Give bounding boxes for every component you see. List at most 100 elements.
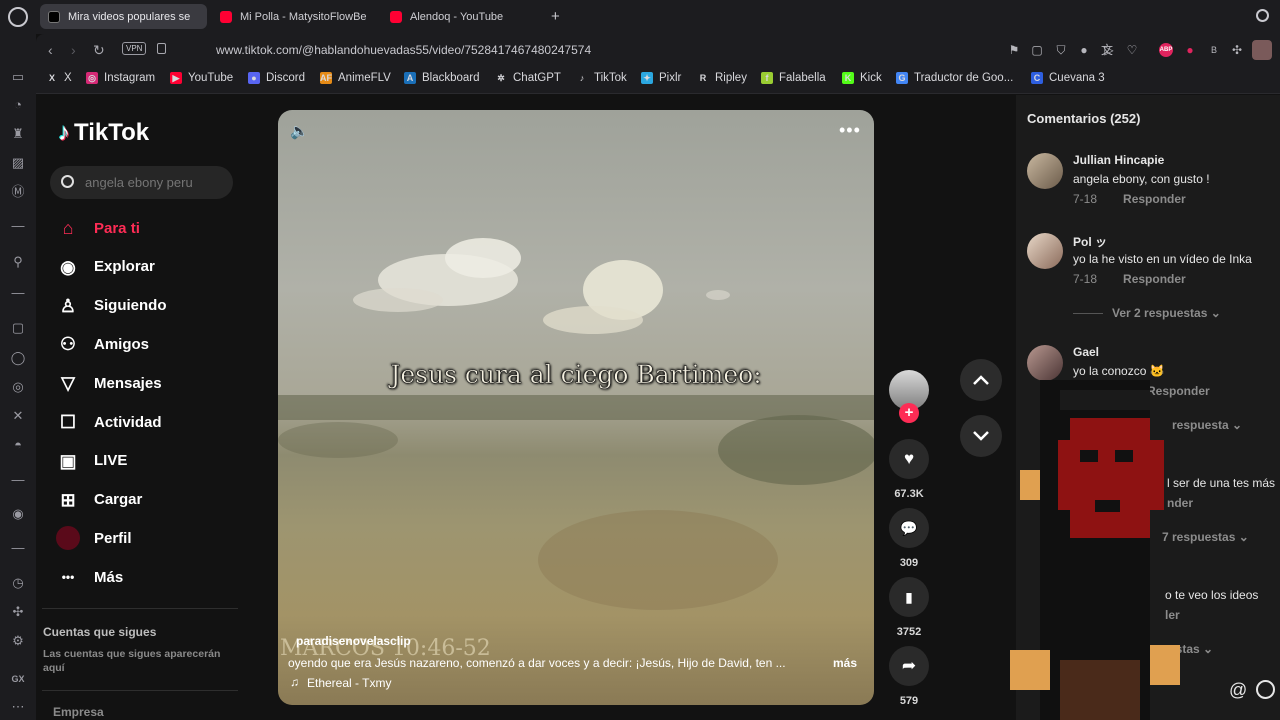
heart-icon[interactable]: ♡: [1125, 43, 1139, 57]
gx-icon[interactable]: GX: [9, 670, 27, 688]
caption-more-link[interactable]: más: [833, 656, 857, 670]
nav-item-siguiendo[interactable]: ♙ Siguiendo: [56, 294, 167, 318]
pin-page-icon[interactable]: ⚑: [1007, 43, 1021, 57]
extension-badge-icon[interactable]: ●: [1183, 43, 1197, 57]
whatsapp-icon[interactable]: ◯: [9, 349, 27, 367]
reply-button[interactable]: Responder: [1123, 192, 1186, 206]
more-options-icon[interactable]: ⋯: [9, 698, 27, 716]
new-tab-button[interactable]: +: [551, 8, 560, 25]
bookmark-traductor-de-goo[interactable]: G Traductor de Goo...: [896, 72, 1013, 84]
back-icon[interactable]: ‹: [48, 42, 53, 58]
comment-username[interactable]: Pol ッ: [1073, 233, 1107, 250]
bookmark-discord[interactable]: ● Discord: [248, 72, 305, 84]
avatar[interactable]: [1027, 345, 1063, 381]
url-input[interactable]: www.tiktok.com/@hablandohuevadas55/video…: [216, 43, 591, 57]
forward-icon[interactable]: ›: [71, 42, 76, 58]
next-video-button[interactable]: [960, 415, 1002, 457]
creator-avatar[interactable]: +: [889, 370, 929, 423]
bookmark-label: TikTok: [594, 72, 627, 84]
view-replies-button[interactable]: Ver 2 respuestas ⌄: [1073, 306, 1221, 320]
video-author[interactable]: paradisenovelasclip: [296, 634, 411, 648]
bookmark-chatgpt[interactable]: ✲ ChatGPT: [495, 72, 561, 84]
settings-icon[interactable]: ⚙: [9, 632, 27, 650]
bookmark-ripley[interactable]: R Ripley: [697, 72, 747, 84]
speed-icon[interactable]: ◔: [9, 96, 27, 114]
video-more-icon[interactable]: •••: [839, 120, 861, 141]
pin-icon[interactable]: ⚲: [9, 253, 27, 271]
bookmark-x[interactable]: XX: [46, 72, 72, 84]
instagram-icon[interactable]: ◎: [9, 378, 27, 396]
x-icon[interactable]: ✕: [9, 407, 27, 425]
news-icon[interactable]: ▨: [9, 154, 27, 172]
bookmark-blackboard[interactable]: A Blackboard: [404, 72, 480, 84]
snapshot-icon[interactable]: ▢: [1030, 43, 1044, 57]
nav-item-perfil[interactable]: Perfil: [56, 526, 132, 551]
bookmark-falabella[interactable]: f Falabella: [761, 72, 826, 84]
browser-tab-youtube-2[interactable]: Alendoq - YouTube: [382, 4, 542, 29]
gaming-icon[interactable]: ▭: [9, 68, 27, 86]
heart-icon[interactable]: ♥: [889, 439, 929, 479]
extension-b-icon[interactable]: B: [1207, 43, 1221, 57]
search-tabs-icon[interactable]: [1256, 9, 1269, 22]
mention-icon[interactable]: @: [1229, 680, 1247, 701]
nav-item-para-ti[interactable]: ⌂ Para ti: [56, 216, 140, 240]
vpn-check-icon[interactable]: ●: [1077, 43, 1091, 57]
reload-icon[interactable]: ↻: [93, 42, 105, 58]
nav-item-live[interactable]: ▣ LIVE: [56, 449, 127, 473]
share-icon[interactable]: ➦: [889, 646, 929, 686]
shield-icon[interactable]: ⛉: [1054, 43, 1068, 57]
bookmark-pixlr[interactable]: ✦ Pixlr: [641, 72, 681, 84]
avatar[interactable]: [1027, 153, 1063, 189]
bookmark-youtube[interactable]: ▶ YouTube: [170, 72, 233, 84]
extensions-puzzle-icon[interactable]: ✣: [1230, 43, 1244, 57]
history-icon[interactable]: ◷: [9, 574, 27, 592]
nav-item-actividad[interactable]: ☐ Actividad: [56, 410, 162, 434]
footer-link-empresa[interactable]: Empresa: [53, 705, 104, 719]
reply-button[interactable]: Responder: [1123, 272, 1186, 286]
extensions-icon[interactable]: ✣: [9, 603, 27, 621]
profile-avatar-icon[interactable]: [1252, 40, 1272, 60]
view-replies-partial[interactable]: respuesta ⌄: [1172, 418, 1242, 432]
avatar[interactable]: [1027, 233, 1063, 269]
music-title[interactable]: Ethereal - Txmy: [307, 676, 391, 690]
previous-video-button[interactable]: [960, 359, 1002, 401]
like-action[interactable]: ♥ 67.3K: [889, 439, 929, 500]
nav-item-más[interactable]: ••• Más: [56, 565, 124, 589]
browser-tab-tiktok[interactable]: Mira videos populares se: [40, 4, 207, 29]
search-input[interactable]: [85, 166, 225, 199]
follow-plus-icon[interactable]: +: [899, 403, 919, 423]
nav-item-cargar[interactable]: ⊞ Cargar: [56, 488, 142, 512]
search-box[interactable]: [50, 166, 233, 199]
video-player[interactable]: 🔈 ••• Jesus cura al ciego Bartimeo: MARC…: [278, 110, 874, 705]
discord-icon[interactable]: ◓: [9, 436, 27, 454]
vpn-badge[interactable]: VPN: [122, 42, 147, 55]
nav-item-mensajes[interactable]: ▽ Mensajes: [56, 371, 161, 395]
bookmark-instagram[interactable]: ◎ Instagram: [86, 72, 155, 84]
opera-gx-logo-icon[interactable]: [8, 7, 28, 27]
send-icon[interactable]: ▷: [1102, 43, 1116, 57]
browser-tab-youtube-1[interactable]: Mi Polla - MatysitoFlowBe: [212, 4, 372, 29]
bookmark-animeflv[interactable]: AF AnimeFLV: [320, 72, 391, 84]
bookmark-kick[interactable]: K Kick: [842, 72, 882, 84]
emoji-icon[interactable]: [1256, 680, 1275, 699]
nav-item-explorar[interactable]: ◉ Explorar: [56, 255, 155, 279]
volume-icon[interactable]: 🔈: [290, 122, 310, 140]
comment-action[interactable]: 💬 309: [889, 508, 929, 569]
bookmark-cuevana-3[interactable]: C Cuevana 3: [1031, 72, 1105, 84]
comment-username[interactable]: Gael: [1073, 345, 1099, 359]
comment-username[interactable]: Jullian Hincapie: [1073, 153, 1164, 167]
m-icon[interactable]: Ⓜ: [9, 183, 27, 201]
twitch-icon[interactable]: ▢: [9, 319, 27, 337]
tiktok-logo[interactable]: ♪ TikTok: [58, 119, 149, 147]
lock-icon[interactable]: [157, 43, 166, 54]
adblock-icon[interactable]: ABP: [1159, 43, 1173, 57]
view-replies-label: Ver 2 respuestas: [1112, 306, 1208, 320]
share-action[interactable]: ➦ 579: [889, 646, 929, 707]
save-action[interactable]: ▮ 3752: [889, 577, 929, 638]
comment-icon[interactable]: 💬: [889, 508, 929, 548]
shop-icon[interactable]: ♜: [9, 125, 27, 143]
bookmark-tiktok[interactable]: ♪ TikTok: [576, 72, 627, 84]
nav-item-amigos[interactable]: ⚇ Amigos: [56, 332, 149, 356]
bookmark-icon[interactable]: ▮: [889, 577, 929, 617]
spotify-icon[interactable]: ◉: [9, 505, 27, 523]
